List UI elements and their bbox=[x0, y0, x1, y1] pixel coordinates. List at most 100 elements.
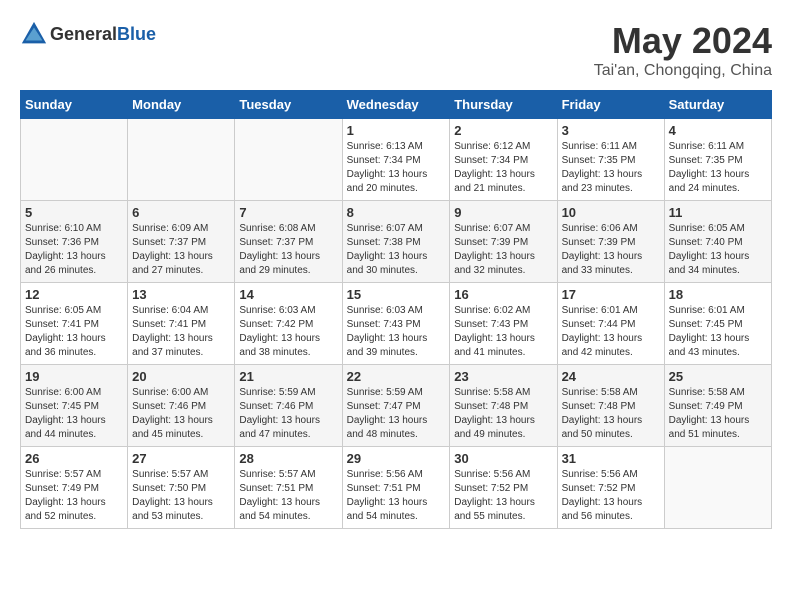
day-info: Sunrise: 6:07 AM Sunset: 7:39 PM Dayligh… bbox=[454, 222, 552, 278]
week-row-2: 5 Sunrise: 6:10 AM Sunset: 7:36 PM Daylig… bbox=[21, 201, 772, 283]
day-info: Sunrise: 6:11 AM Sunset: 7:35 PM Dayligh… bbox=[562, 140, 660, 196]
day-number: 20 bbox=[132, 369, 230, 384]
day-info: Sunrise: 6:00 AM Sunset: 7:45 PM Dayligh… bbox=[25, 386, 123, 442]
day-number: 31 bbox=[562, 451, 660, 466]
day-info: Sunrise: 6:06 AM Sunset: 7:39 PM Dayligh… bbox=[562, 222, 660, 278]
day-number: 14 bbox=[239, 287, 337, 302]
day-number: 25 bbox=[669, 369, 767, 384]
day-info: Sunrise: 6:08 AM Sunset: 7:37 PM Dayligh… bbox=[239, 222, 337, 278]
day-info: Sunrise: 6:04 AM Sunset: 7:41 PM Dayligh… bbox=[132, 304, 230, 360]
calendar-cell: 21Sunrise: 5:59 AM Sunset: 7:46 PM Dayli… bbox=[235, 365, 342, 447]
calendar-cell: 1Sunrise: 6:13 AM Sunset: 7:34 PM Daylig… bbox=[342, 119, 450, 201]
day-info: Sunrise: 6:07 AM Sunset: 7:38 PM Dayligh… bbox=[347, 222, 446, 278]
calendar-cell: 11Sunrise: 6:05 AM Sunset: 7:40 PM Dayli… bbox=[664, 201, 771, 283]
week-row-1: 1Sunrise: 6:13 AM Sunset: 7:34 PM Daylig… bbox=[21, 119, 772, 201]
day-number: 7 bbox=[239, 205, 337, 220]
day-number: 19 bbox=[25, 369, 123, 384]
day-number: 13 bbox=[132, 287, 230, 302]
calendar-cell bbox=[128, 119, 235, 201]
calendar-cell bbox=[664, 447, 771, 529]
day-number: 10 bbox=[562, 205, 660, 220]
calendar-cell: 5 Sunrise: 6:10 AM Sunset: 7:36 PM Daylig… bbox=[21, 201, 128, 283]
day-info: Sunrise: 6:03 AM Sunset: 7:42 PM Dayligh… bbox=[239, 304, 337, 360]
day-number: 28 bbox=[239, 451, 337, 466]
calendar-cell: 23Sunrise: 5:58 AM Sunset: 7:48 PM Dayli… bbox=[450, 365, 557, 447]
day-number: 5 bbox=[25, 205, 123, 220]
calendar-body: 1Sunrise: 6:13 AM Sunset: 7:34 PM Daylig… bbox=[21, 119, 772, 529]
calendar-cell: 6Sunrise: 6:09 AM Sunset: 7:37 PM Daylig… bbox=[128, 201, 235, 283]
day-info: Sunrise: 5:59 AM Sunset: 7:46 PM Dayligh… bbox=[239, 386, 337, 442]
calendar-cell: 19 Sunrise: 6:00 AM Sunset: 7:45 PM Dayli… bbox=[21, 365, 128, 447]
calendar-table: SundayMondayTuesdayWednesdayThursdayFrid… bbox=[20, 90, 772, 529]
calendar-cell: 10 Sunrise: 6:06 AM Sunset: 7:39 PM Dayli… bbox=[557, 201, 664, 283]
day-number: 24 bbox=[562, 369, 660, 384]
day-number: 30 bbox=[454, 451, 552, 466]
day-info: Sunrise: 6:02 AM Sunset: 7:43 PM Dayligh… bbox=[454, 304, 552, 360]
day-info: Sunrise: 5:59 AM Sunset: 7:47 PM Dayligh… bbox=[347, 386, 446, 442]
calendar-cell: 26 Sunrise: 5:57 AM Sunset: 7:49 PM Dayli… bbox=[21, 447, 128, 529]
logo-general-text: General bbox=[50, 24, 117, 44]
calendar-cell: 13 Sunrise: 6:04 AM Sunset: 7:41 PM Dayli… bbox=[128, 283, 235, 365]
day-number: 4 bbox=[669, 123, 767, 138]
calendar-cell: 25 Sunrise: 5:58 AM Sunset: 7:49 PM Dayli… bbox=[664, 365, 771, 447]
day-number: 8 bbox=[347, 205, 446, 220]
day-info: Sunrise: 6:01 AM Sunset: 7:44 PM Dayligh… bbox=[562, 304, 660, 360]
day-info: Sunrise: 6:01 AM Sunset: 7:45 PM Dayligh… bbox=[669, 304, 767, 360]
title-area: May 2024 Tai'an, Chongqing, China bbox=[594, 20, 772, 80]
calendar-cell: 30 Sunrise: 5:56 AM Sunset: 7:52 PM Dayli… bbox=[450, 447, 557, 529]
day-info: Sunrise: 5:56 AM Sunset: 7:51 PM Dayligh… bbox=[347, 468, 446, 524]
calendar-cell: 27 Sunrise: 5:57 AM Sunset: 7:50 PM Dayli… bbox=[128, 447, 235, 529]
calendar-cell: 18 Sunrise: 6:01 AM Sunset: 7:45 PM Dayli… bbox=[664, 283, 771, 365]
calendar-cell: 15Sunrise: 6:03 AM Sunset: 7:43 PM Dayli… bbox=[342, 283, 450, 365]
calendar-cell bbox=[21, 119, 128, 201]
day-number: 6 bbox=[132, 205, 230, 220]
day-number: 16 bbox=[454, 287, 552, 302]
logo-icon bbox=[20, 20, 48, 48]
calendar-cell: 22 Sunrise: 5:59 AM Sunset: 7:47 PM Dayli… bbox=[342, 365, 450, 447]
day-number: 29 bbox=[347, 451, 446, 466]
calendar-cell: 7 Sunrise: 6:08 AM Sunset: 7:37 PM Daylig… bbox=[235, 201, 342, 283]
day-info: Sunrise: 6:13 AM Sunset: 7:34 PM Dayligh… bbox=[347, 140, 446, 196]
day-info: Sunrise: 6:10 AM Sunset: 7:36 PM Dayligh… bbox=[25, 222, 123, 278]
day-number: 27 bbox=[132, 451, 230, 466]
calendar-cell: 14 Sunrise: 6:03 AM Sunset: 7:42 PM Dayli… bbox=[235, 283, 342, 365]
month-title: May 2024 bbox=[594, 20, 772, 62]
day-number: 23 bbox=[454, 369, 552, 384]
day-info: Sunrise: 5:56 AM Sunset: 7:52 PM Dayligh… bbox=[454, 468, 552, 524]
calendar-cell: 4Sunrise: 6:11 AM Sunset: 7:35 PM Daylig… bbox=[664, 119, 771, 201]
calendar-cell: 28 Sunrise: 5:57 AM Sunset: 7:51 PM Dayli… bbox=[235, 447, 342, 529]
week-row-3: 12 Sunrise: 6:05 AM Sunset: 7:41 PM Dayli… bbox=[21, 283, 772, 365]
calendar-cell: 9 Sunrise: 6:07 AM Sunset: 7:39 PM Daylig… bbox=[450, 201, 557, 283]
location-title: Tai'an, Chongqing, China bbox=[594, 62, 772, 80]
week-row-4: 19 Sunrise: 6:00 AM Sunset: 7:45 PM Dayli… bbox=[21, 365, 772, 447]
day-number: 9 bbox=[454, 205, 552, 220]
logo-blue-text: Blue bbox=[117, 24, 156, 44]
logo: GeneralBlue bbox=[20, 20, 156, 48]
calendar-cell bbox=[235, 119, 342, 201]
day-number: 22 bbox=[347, 369, 446, 384]
day-number: 18 bbox=[669, 287, 767, 302]
week-row-5: 26 Sunrise: 5:57 AM Sunset: 7:49 PM Dayli… bbox=[21, 447, 772, 529]
weekday-wednesday: Wednesday bbox=[342, 91, 450, 119]
day-info: Sunrise: 5:58 AM Sunset: 7:49 PM Dayligh… bbox=[669, 386, 767, 442]
weekday-friday: Friday bbox=[557, 91, 664, 119]
day-info: Sunrise: 6:05 AM Sunset: 7:41 PM Dayligh… bbox=[25, 304, 123, 360]
page-header: GeneralBlue May 2024 Tai'an, Chongqing, … bbox=[20, 20, 772, 80]
calendar-cell: 3 Sunrise: 6:11 AM Sunset: 7:35 PM Daylig… bbox=[557, 119, 664, 201]
day-info: Sunrise: 5:57 AM Sunset: 7:49 PM Dayligh… bbox=[25, 468, 123, 524]
calendar-cell: 29 Sunrise: 5:56 AM Sunset: 7:51 PM Dayli… bbox=[342, 447, 450, 529]
calendar-cell: 2Sunrise: 6:12 AM Sunset: 7:34 PM Daylig… bbox=[450, 119, 557, 201]
day-info: Sunrise: 5:57 AM Sunset: 7:51 PM Dayligh… bbox=[239, 468, 337, 524]
day-info: Sunrise: 6:00 AM Sunset: 7:46 PM Dayligh… bbox=[132, 386, 230, 442]
day-number: 3 bbox=[562, 123, 660, 138]
calendar-cell: 12 Sunrise: 6:05 AM Sunset: 7:41 PM Dayli… bbox=[21, 283, 128, 365]
day-number: 2 bbox=[454, 123, 552, 138]
weekday-sunday: Sunday bbox=[21, 91, 128, 119]
calendar-cell: 31Sunrise: 5:56 AM Sunset: 7:52 PM Dayli… bbox=[557, 447, 664, 529]
weekday-monday: Monday bbox=[128, 91, 235, 119]
calendar-cell: 20 Sunrise: 6:00 AM Sunset: 7:46 PM Dayli… bbox=[128, 365, 235, 447]
day-number: 26 bbox=[25, 451, 123, 466]
day-info: Sunrise: 5:57 AM Sunset: 7:50 PM Dayligh… bbox=[132, 468, 230, 524]
day-info: Sunrise: 6:03 AM Sunset: 7:43 PM Dayligh… bbox=[347, 304, 446, 360]
day-number: 12 bbox=[25, 287, 123, 302]
